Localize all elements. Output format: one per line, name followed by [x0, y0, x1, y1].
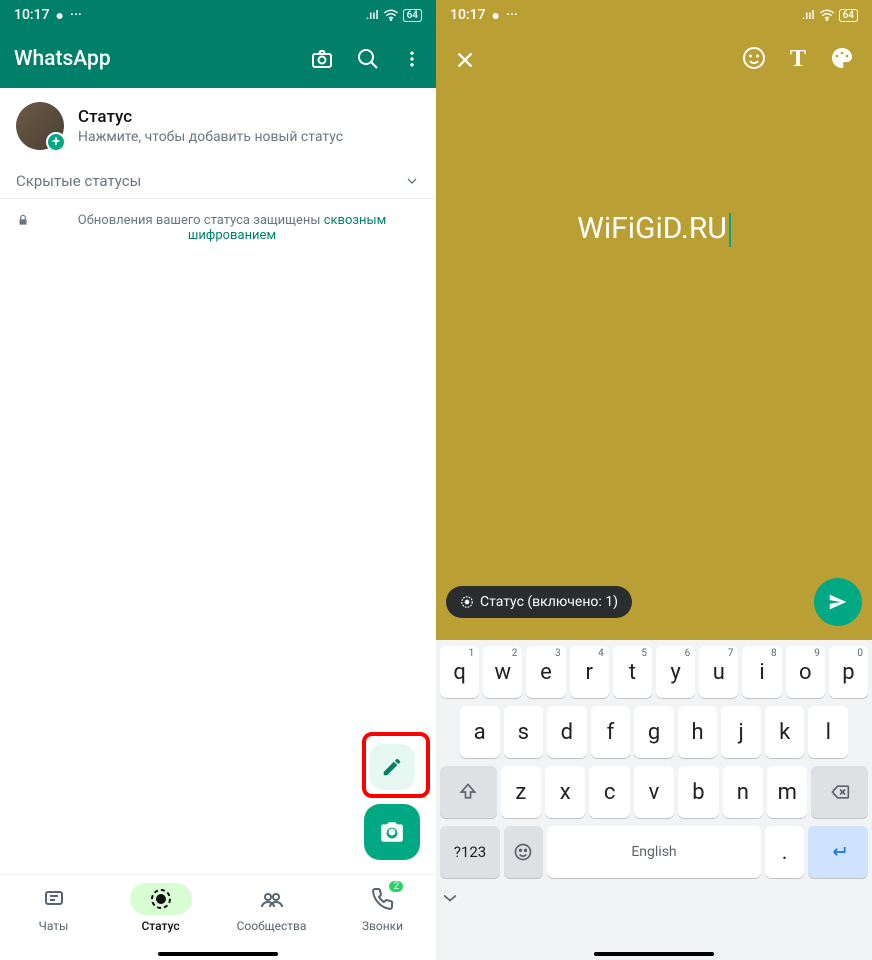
key-u[interactable]: u7	[699, 646, 738, 698]
battery-icon: 64	[839, 9, 858, 22]
muted-statuses-header[interactable]: Скрытые статусы	[0, 164, 436, 198]
more-dots-icon: ···	[70, 7, 82, 23]
nav-calls[interactable]: 2 Звонки	[351, 883, 413, 933]
edit-text-status-button[interactable]	[369, 744, 415, 790]
key-e[interactable]: e3	[526, 646, 565, 698]
key-v[interactable]: v	[634, 766, 674, 818]
home-indicator	[594, 952, 714, 956]
enter-key[interactable]	[808, 826, 868, 878]
key-m[interactable]: m	[767, 766, 807, 818]
key-d[interactable]: d	[547, 706, 587, 758]
nav-community[interactable]: Сообщества	[237, 883, 307, 933]
color-icon[interactable]	[830, 46, 854, 73]
key-r[interactable]: r4	[570, 646, 609, 698]
status-text-value: WiFiGiD.RU	[577, 211, 727, 246]
key-g[interactable]: g	[634, 706, 674, 758]
battery-icon: 64	[403, 9, 422, 22]
status-subtitle: Нажмите, чтобы добавить новый статус	[78, 129, 343, 145]
key-n[interactable]: n	[723, 766, 763, 818]
key-f[interactable]: f	[591, 706, 631, 758]
statusbar-time: 10:17	[450, 7, 486, 23]
key-t[interactable]: t5	[613, 646, 652, 698]
font-icon[interactable]: T	[790, 46, 806, 73]
calls-badge: 2	[389, 881, 403, 892]
home-indicator	[158, 952, 278, 956]
statusbar: 10:17 ● ··· .ııl 64	[0, 0, 436, 30]
key-y[interactable]: y6	[656, 646, 695, 698]
app-header: WhatsApp	[0, 30, 436, 88]
key-j[interactable]: j	[721, 706, 761, 758]
more-dots-icon: ···	[506, 7, 518, 23]
key-s[interactable]: s	[504, 706, 544, 758]
menu-icon[interactable]	[402, 47, 422, 71]
emoji-icon[interactable]	[742, 46, 766, 73]
signal-icon: .ııl	[366, 8, 379, 22]
text-cursor	[729, 213, 731, 247]
nav-label: Статус	[141, 919, 179, 933]
key-k[interactable]: k	[765, 706, 805, 758]
key-c[interactable]: c	[589, 766, 629, 818]
key-q[interactable]: q1	[440, 646, 479, 698]
camera-status-button[interactable]	[364, 804, 420, 860]
nav-chats[interactable]: Чаты	[23, 883, 85, 933]
key-x[interactable]: x	[545, 766, 585, 818]
muted-label: Скрытые статусы	[16, 172, 141, 190]
key-b[interactable]: b	[678, 766, 718, 818]
space-key[interactable]: English	[547, 826, 762, 878]
chip-label: Статус (включено: 1)	[480, 594, 618, 610]
chevron-down-icon	[404, 173, 420, 189]
symbols-key[interactable]: ?123	[440, 826, 500, 878]
keyboard: q1w2e3r4t5y6u7i8o9p0 asdfghjkl zxcvbnm ?…	[436, 640, 872, 960]
key-w[interactable]: w2	[483, 646, 522, 698]
statusbar: 10:17 ● ··· .ııl 64	[436, 0, 872, 30]
audience-chip[interactable]: Статус (включено: 1)	[446, 586, 632, 618]
nav-label: Звонки	[362, 919, 403, 933]
encryption-notice: Обновления вашего статуса защищены сквоз…	[0, 199, 436, 257]
nav-label: Чаты	[39, 919, 69, 933]
send-button[interactable]	[814, 578, 862, 626]
key-a[interactable]: a	[460, 706, 500, 758]
key-i[interactable]: i8	[742, 646, 781, 698]
wifi-icon	[819, 9, 835, 21]
key-l[interactable]: l	[808, 706, 848, 758]
period-key[interactable]: .	[765, 826, 804, 878]
key-p[interactable]: p0	[829, 646, 868, 698]
status-title: Статус	[78, 107, 343, 127]
nav-label: Сообщества	[237, 919, 307, 933]
app-title: WhatsApp	[14, 47, 111, 71]
key-o[interactable]: o9	[786, 646, 825, 698]
close-icon[interactable]	[454, 49, 476, 71]
status-text-input[interactable]: WiFiGiD.RU	[436, 89, 872, 369]
key-z[interactable]: z	[501, 766, 541, 818]
keyboard-collapse-icon[interactable]	[440, 886, 868, 906]
notif-icon: ●	[56, 7, 64, 24]
camera-icon[interactable]	[310, 47, 334, 71]
backspace-key[interactable]	[811, 766, 868, 818]
key-h[interactable]: h	[678, 706, 718, 758]
text-status-editor: 10:17 ● ··· .ııl 64 T WiFiGiD.RU	[436, 0, 872, 960]
whatsapp-status-screen: 10:17 ● ··· .ııl 64 WhatsApp	[0, 0, 436, 960]
lock-icon	[16, 213, 30, 227]
nav-status[interactable]: Статус	[130, 883, 192, 933]
my-status-item[interactable]: + Статус Нажмите, чтобы добавить новый с…	[0, 88, 436, 164]
statusbar-time: 10:17	[14, 7, 50, 23]
add-status-icon: +	[46, 132, 66, 152]
encrypt-text: Обновления вашего статуса защищены	[78, 213, 324, 228]
bottom-nav: Чаты Статус Сообщества 2 Звонки	[0, 874, 436, 960]
search-icon[interactable]	[356, 47, 380, 71]
emoji-key[interactable]	[504, 826, 543, 878]
shift-key[interactable]	[440, 766, 497, 818]
signal-icon: .ııl	[802, 8, 815, 22]
wifi-icon	[383, 9, 399, 21]
notif-icon: ●	[492, 7, 500, 24]
